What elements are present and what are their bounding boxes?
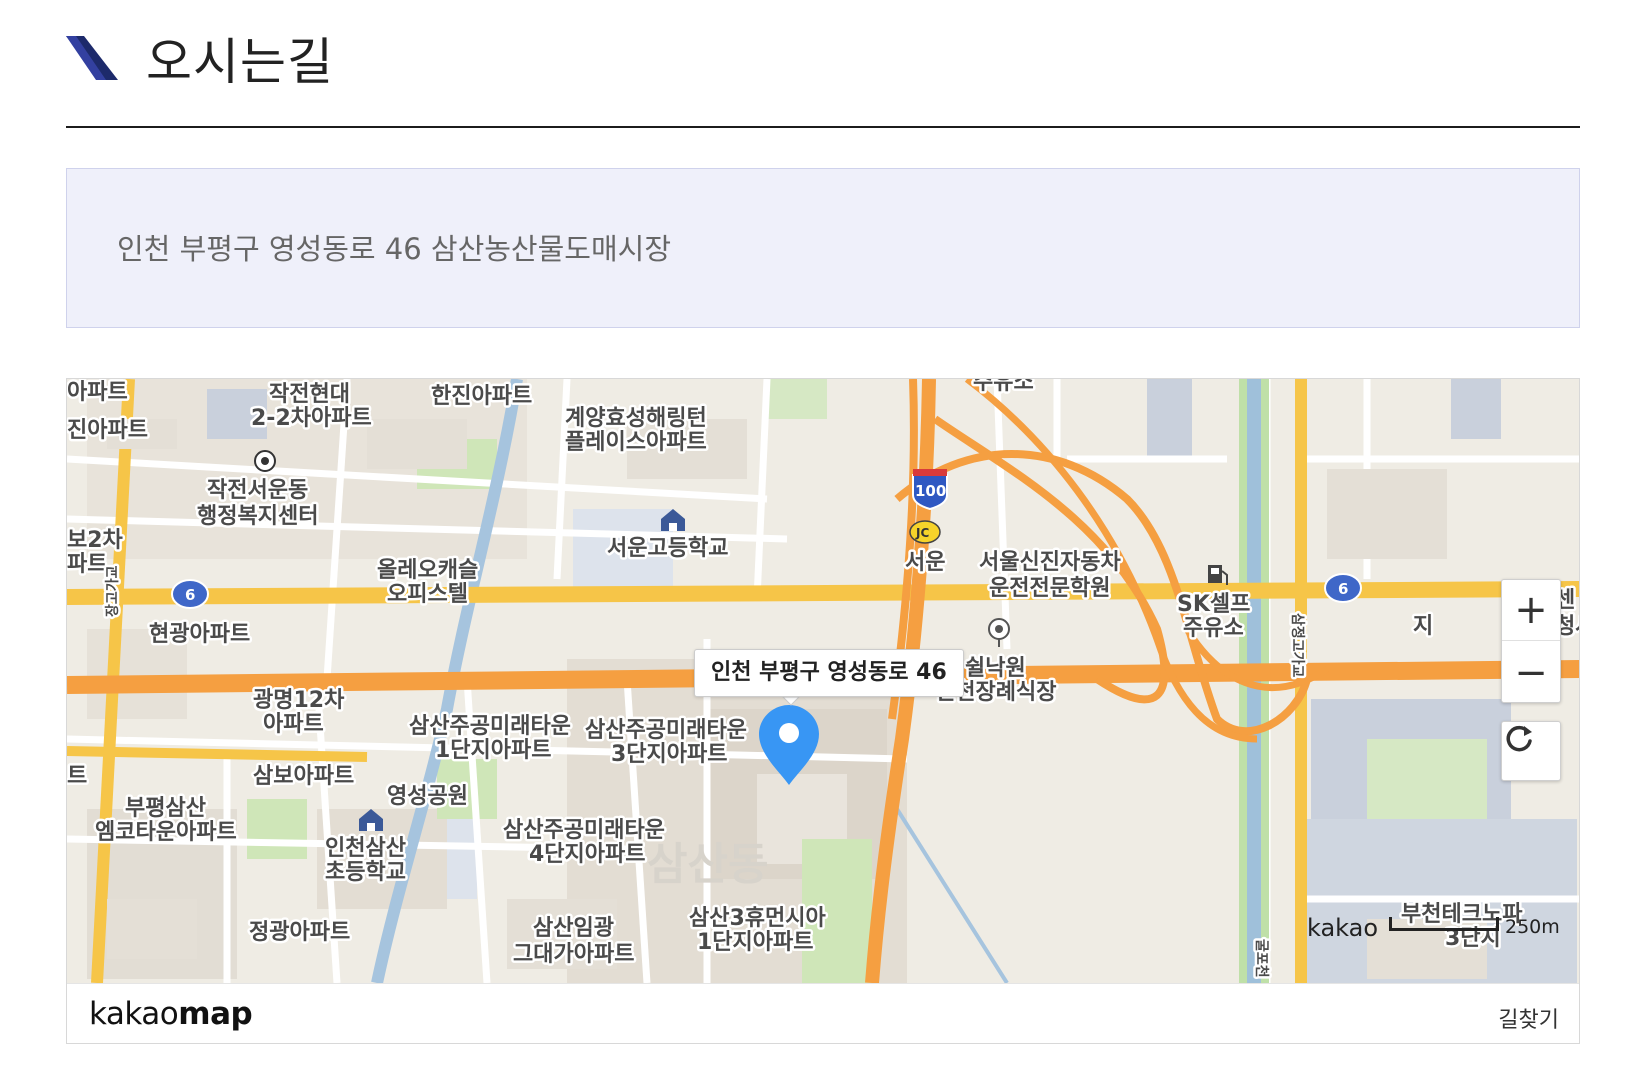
place-label: 서운 [905,550,945,575]
place-label: 삼정고가교 [1289,613,1306,678]
district-label: 삼산동 [647,839,768,890]
place-label: 삼산주공미래타운 [503,818,665,843]
refresh-icon [1506,725,1532,752]
place-label: 주유소 [973,379,1034,395]
office-poi-icon [254,450,276,472]
place-label: 1단지아파트 [697,930,814,955]
place-label: 운전전문학원 [989,576,1110,601]
route-6-shield-east: 6 [1324,573,1362,603]
svg-text:100: 100 [915,482,946,500]
address-box: 인천 부평구 영성동로 46 삼산농산물도매시장 [66,168,1580,328]
place-label: 서운고등학교 [607,536,728,561]
place-label: 정광아파트 [249,920,350,945]
place-label: 그대가아파트 [513,942,634,967]
zoom-out-button[interactable]: − [1502,642,1560,703]
place-label: SK셀프 [1177,592,1250,617]
svg-text:6: 6 [185,586,195,604]
map-footer: kakaomap 길찾기 [67,983,1579,1043]
place-label: 파트 [67,552,107,577]
place-label: 2-2차아파트 [251,406,372,431]
place-label: 현광아파트 [149,622,250,647]
place-label: 삼산주공미래타운 [409,714,571,739]
place-label: 작전현대 [269,382,350,407]
place-label: 트 [67,764,87,789]
place-label: 엠코타운아파트 [95,820,237,845]
place-label: 삼산임광 [533,916,614,941]
scale-label: 250m [1505,916,1560,938]
place-label: 행정복지센터 [197,504,318,529]
place-label: 한진아파트 [431,384,532,409]
route-6-shield: 6 [171,579,209,609]
place-label: 작전서운동 [207,478,308,503]
place-label: 광명12차 [253,688,345,713]
place-label: 초등학교 [325,860,406,885]
title-accent-icon [66,36,118,80]
reset-map-button[interactable] [1501,721,1561,781]
scale-bar [1389,917,1499,931]
place-label: 아파트 [263,712,324,737]
place-label: 보2차 [67,528,124,553]
address-text: 인천 부평구 영성동로 46 삼산농산물도매시장 [117,232,672,266]
map-watermark: kakao [1307,914,1379,942]
kakaomap-logo[interactable]: kakaomap [89,996,253,1032]
page-title: 오시는길 [146,33,334,91]
place-label: 1단지아파트 [435,738,552,763]
place-label: 부평삼산 [125,796,206,821]
zoom-in-button[interactable]: + [1502,580,1560,641]
svg-text:6: 6 [1338,580,1348,598]
place-label: 삼산3휴먼시아 [689,906,827,931]
place-label: 3단지아파트 [611,742,728,767]
place-label: 굴포천 [1253,939,1269,978]
zoom-control: + − [1501,579,1561,703]
place-label: 인천삼산 [325,836,406,861]
place-label: 주유소 [1183,616,1244,641]
place-label: 진아파트 [67,418,148,443]
svg-text:JC: JC [915,526,929,540]
map-widget: 삼산동 6 6 100 JC 아파트 진아파트 작전현대 2-2차아파트 한진아… [66,378,1580,1044]
place-label: 올레오캐슬 [377,558,478,583]
place-label: 오피스텔 [387,582,468,607]
route-100-shield: 100 [912,469,948,511]
map-canvas[interactable]: 삼산동 6 6 100 JC 아파트 진아파트 작전현대 2-2차아파트 한진아… [67,379,1579,983]
place-label: 삼산주공미래타운 [585,718,747,743]
junction-marker: JC [909,520,941,544]
directions-link[interactable]: 길찾기 [1498,1002,1559,1034]
place-label: 영성공원 [387,784,468,809]
place-label: 쉴낙원 [965,656,1026,681]
place-label: 서울신진자동차 [979,550,1121,575]
place-label: 계양효성해링턴 [565,406,707,431]
section-header: 오시는길 [66,28,1580,128]
place-label: 지 [1413,614,1433,639]
place-label: 삼보아파트 [253,764,354,789]
place-label: 아파트 [67,380,128,405]
place-label: 4단지아파트 [529,842,646,867]
place-label: 플레이스아파트 [565,430,707,455]
place-label: 장고가교 [104,565,121,617]
marker-label: 인천 부평구 영성동로 46 [694,649,964,697]
